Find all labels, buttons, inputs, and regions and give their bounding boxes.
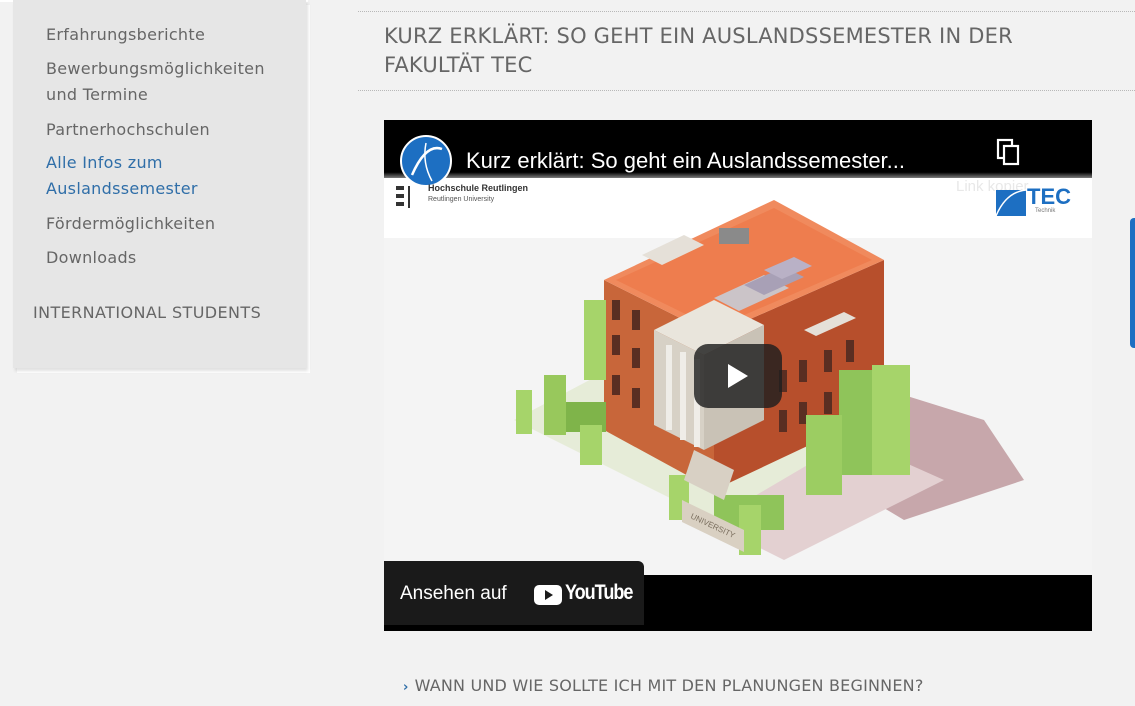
title-divider bbox=[358, 90, 1135, 91]
youtube-wordmark: YouTube bbox=[565, 581, 633, 604]
channel-avatar-icon[interactable] bbox=[400, 135, 452, 187]
copy-link-icon[interactable] bbox=[996, 138, 1022, 166]
sidebar-item-downloads[interactable]: Downloads bbox=[46, 245, 286, 271]
university-subtitle: Reutlingen University bbox=[428, 196, 495, 203]
video-player[interactable]: UNIVERSITY Kurz erklärt: So geht ein Aus… bbox=[384, 120, 1092, 631]
sidebar-item-alle-infos[interactable]: Alle Infos zum Auslandssemester bbox=[46, 150, 226, 202]
sidebar-item-partnerhochschulen[interactable]: Partnerhochschulen bbox=[46, 117, 286, 143]
tec-logo-icon bbox=[996, 189, 1026, 216]
sidebar-item-bewerbung[interactable]: Bewerbungsmöglichkeiten und Termine bbox=[46, 56, 276, 108]
sidebar-item-international-students[interactable]: INTERNATIONAL STUDENTS bbox=[33, 300, 261, 326]
sidebar-nav: Erfahrungsberichte Bewerbungsmöglichkeit… bbox=[13, 0, 306, 368]
watch-on-label: Ansehen auf bbox=[400, 583, 507, 604]
university-name: Hochschule Reutlingen bbox=[428, 183, 529, 193]
faculty-logo-text: TEC bbox=[1027, 184, 1071, 209]
watch-on-youtube-button[interactable]: Ansehen auf YouTube bbox=[384, 561, 644, 625]
page-title: KURZ ERKLÄRT: SO GEHT EIN AUSLANDSSEMEST… bbox=[384, 24, 1013, 77]
faculty-logo-subtitle: Technik bbox=[1035, 208, 1056, 214]
sidebar-item-foerdermoeglichkeiten[interactable]: Fördermöglichkeiten bbox=[46, 211, 286, 237]
side-edge-tab[interactable] bbox=[1130, 218, 1135, 348]
play-button[interactable] bbox=[694, 344, 782, 408]
chevron-right-icon: › bbox=[403, 680, 409, 695]
sidebar-item-erfahrungsberichte[interactable]: Erfahrungsberichte bbox=[46, 22, 286, 48]
youtube-play-icon bbox=[534, 585, 562, 605]
faq-item[interactable]: › WANN UND WIE SOLLTE ICH MIT DEN PLANUNG… bbox=[403, 676, 924, 695]
faq-question: WANN UND WIE SOLLTE ICH MIT DEN PLANUNGE… bbox=[414, 676, 924, 695]
hochschule-logo-icon bbox=[396, 186, 410, 208]
top-divider bbox=[358, 11, 1135, 12]
play-icon bbox=[728, 364, 748, 388]
video-title[interactable]: Kurz erklärt: So geht ein Auslandssemest… bbox=[466, 148, 905, 174]
